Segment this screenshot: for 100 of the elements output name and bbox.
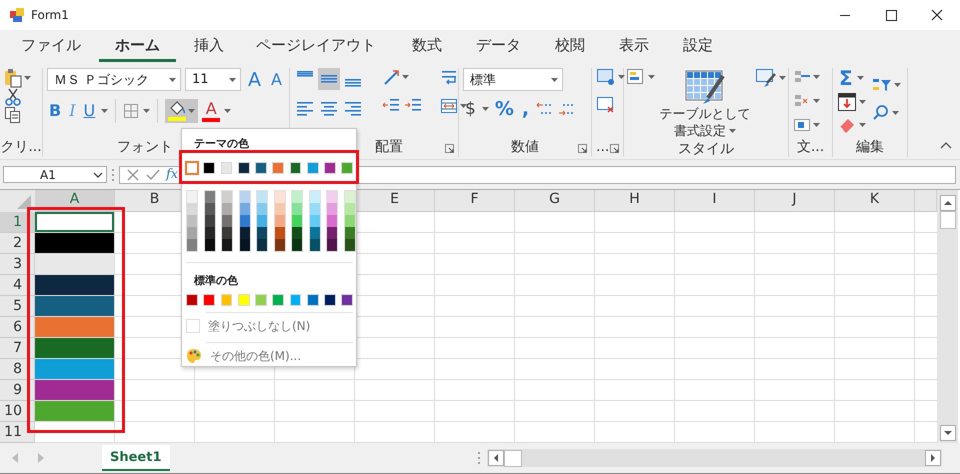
color-swatch[interactable] xyxy=(274,215,284,227)
scroll-down-icon[interactable] xyxy=(940,425,956,441)
color-swatch[interactable] xyxy=(222,215,232,227)
ribbon-tab[interactable]: 数式 xyxy=(396,30,458,62)
color-swatch[interactable] xyxy=(310,239,320,251)
color-swatch[interactable] xyxy=(327,203,337,215)
color-swatch[interactable] xyxy=(327,227,337,239)
color-swatch[interactable] xyxy=(187,191,197,203)
filled-cell[interactable] xyxy=(35,359,115,380)
filled-cell[interactable] xyxy=(35,401,115,422)
filled-cell[interactable] xyxy=(35,317,115,338)
color-swatch[interactable] xyxy=(274,203,284,215)
color-swatch[interactable] xyxy=(310,227,320,239)
caret-icon[interactable] xyxy=(224,109,232,113)
palette-icon[interactable] xyxy=(186,348,202,364)
row-header[interactable]: 3 xyxy=(0,254,35,275)
color-swatch[interactable] xyxy=(222,191,232,203)
color-swatch[interactable] xyxy=(187,227,197,239)
insert-cells-icon[interactable] xyxy=(596,68,616,86)
caret-icon[interactable] xyxy=(24,76,31,80)
row-header[interactable]: 5 xyxy=(0,296,35,317)
color-swatch[interactable] xyxy=(327,191,337,203)
copy-icon[interactable] xyxy=(4,106,21,124)
scrollbar-thumb[interactable] xyxy=(504,450,522,466)
scroll-up-icon[interactable] xyxy=(940,195,956,211)
sheet-tab[interactable]: Sheet1 xyxy=(102,445,170,471)
font-size-dropdown[interactable]: 11 xyxy=(185,68,241,91)
insert-function-button[interactable]: fx xyxy=(166,167,178,182)
color-swatch[interactable] xyxy=(292,227,302,239)
color-swatch[interactable] xyxy=(327,239,337,251)
format-as-table-button[interactable]: テーブルとして書式設定 xyxy=(659,106,751,140)
middle-align-icon[interactable] xyxy=(318,68,340,90)
color-swatch[interactable] xyxy=(240,191,250,203)
font-color-button[interactable]: A xyxy=(202,100,220,116)
color-swatch[interactable] xyxy=(187,239,197,251)
dialog-launcher-icon[interactable] xyxy=(578,144,587,153)
color-swatch[interactable] xyxy=(187,215,197,227)
ribbon-tab[interactable]: ページレイアウト xyxy=(242,30,394,62)
color-swatch[interactable] xyxy=(344,227,354,239)
sort-filter-icon[interactable] xyxy=(872,76,892,94)
name-box[interactable]: A1 xyxy=(3,166,107,183)
scroll-left-icon[interactable] xyxy=(488,450,504,466)
row-header[interactable]: 10 xyxy=(0,401,35,422)
filled-cell[interactable] xyxy=(35,296,115,317)
column-header[interactable]: G xyxy=(515,190,595,212)
column-header[interactable]: F xyxy=(435,190,515,212)
color-swatch[interactable] xyxy=(344,239,354,251)
caret-icon[interactable] xyxy=(894,83,901,87)
color-swatch[interactable] xyxy=(292,191,302,203)
ribbon-tab[interactable]: 挿入 xyxy=(178,30,240,62)
ribbon-tab[interactable]: ファイル xyxy=(5,30,97,62)
scissors-icon[interactable] xyxy=(4,88,22,106)
color-swatch[interactable] xyxy=(187,203,197,215)
filled-cell[interactable] xyxy=(35,254,115,275)
row-header[interactable]: 7 xyxy=(0,338,35,359)
filled-cell[interactable] xyxy=(35,380,115,401)
caret-icon[interactable] xyxy=(143,109,150,113)
color-swatch[interactable] xyxy=(257,227,267,239)
dialog-launcher-icon[interactable] xyxy=(610,144,619,153)
row-header[interactable]: 4 xyxy=(0,275,35,296)
color-swatch[interactable] xyxy=(222,227,232,239)
fill-down-icon[interactable] xyxy=(837,92,857,112)
caret-icon[interactable] xyxy=(859,123,866,127)
column-header[interactable]: I xyxy=(675,190,755,212)
caret-icon[interactable] xyxy=(188,109,196,113)
orientation-icon[interactable] xyxy=(382,68,400,86)
color-swatch[interactable] xyxy=(240,239,250,251)
color-swatch[interactable] xyxy=(274,191,284,203)
shrink-font-button[interactable]: A xyxy=(268,70,285,90)
underline-button[interactable]: U xyxy=(82,101,98,121)
format-table-icon[interactable] xyxy=(683,68,727,106)
caret-icon[interactable] xyxy=(169,78,176,82)
color-swatch[interactable] xyxy=(344,203,354,215)
color-swatch[interactable] xyxy=(292,215,302,227)
color-swatch[interactable] xyxy=(292,203,302,215)
color-swatch[interactable] xyxy=(204,191,214,203)
color-swatch[interactable] xyxy=(204,239,214,251)
cancel-icon[interactable] xyxy=(126,168,140,182)
font-name-dropdown[interactable]: ＭＳ Ｐゴシック xyxy=(47,68,181,91)
caret-icon[interactable] xyxy=(892,111,899,115)
object-icon[interactable] xyxy=(793,116,811,134)
color-swatch[interactable] xyxy=(344,191,354,203)
percent-button[interactable]: % xyxy=(492,99,516,119)
color-swatch[interactable] xyxy=(204,203,214,215)
number-format-dropdown[interactable]: 標準 xyxy=(463,68,563,91)
scroll-right-icon[interactable] xyxy=(925,450,941,466)
caret-icon[interactable] xyxy=(482,107,489,111)
row-header[interactable]: 2 xyxy=(0,233,35,254)
color-swatch[interactable] xyxy=(240,215,250,227)
column-header[interactable]: J xyxy=(755,190,835,212)
color-swatch[interactable] xyxy=(204,215,214,227)
color-swatch[interactable] xyxy=(274,239,284,251)
caret-icon[interactable] xyxy=(813,99,820,103)
column-header[interactable]: K xyxy=(835,190,915,212)
merge-cells-icon[interactable] xyxy=(440,98,458,114)
color-swatch[interactable] xyxy=(257,191,267,203)
menu-item[interactable]: その他の色(M)... xyxy=(210,348,302,364)
color-swatch[interactable] xyxy=(310,203,320,215)
caret-icon[interactable] xyxy=(101,109,108,113)
autosum-button[interactable]: Σ xyxy=(837,68,855,88)
